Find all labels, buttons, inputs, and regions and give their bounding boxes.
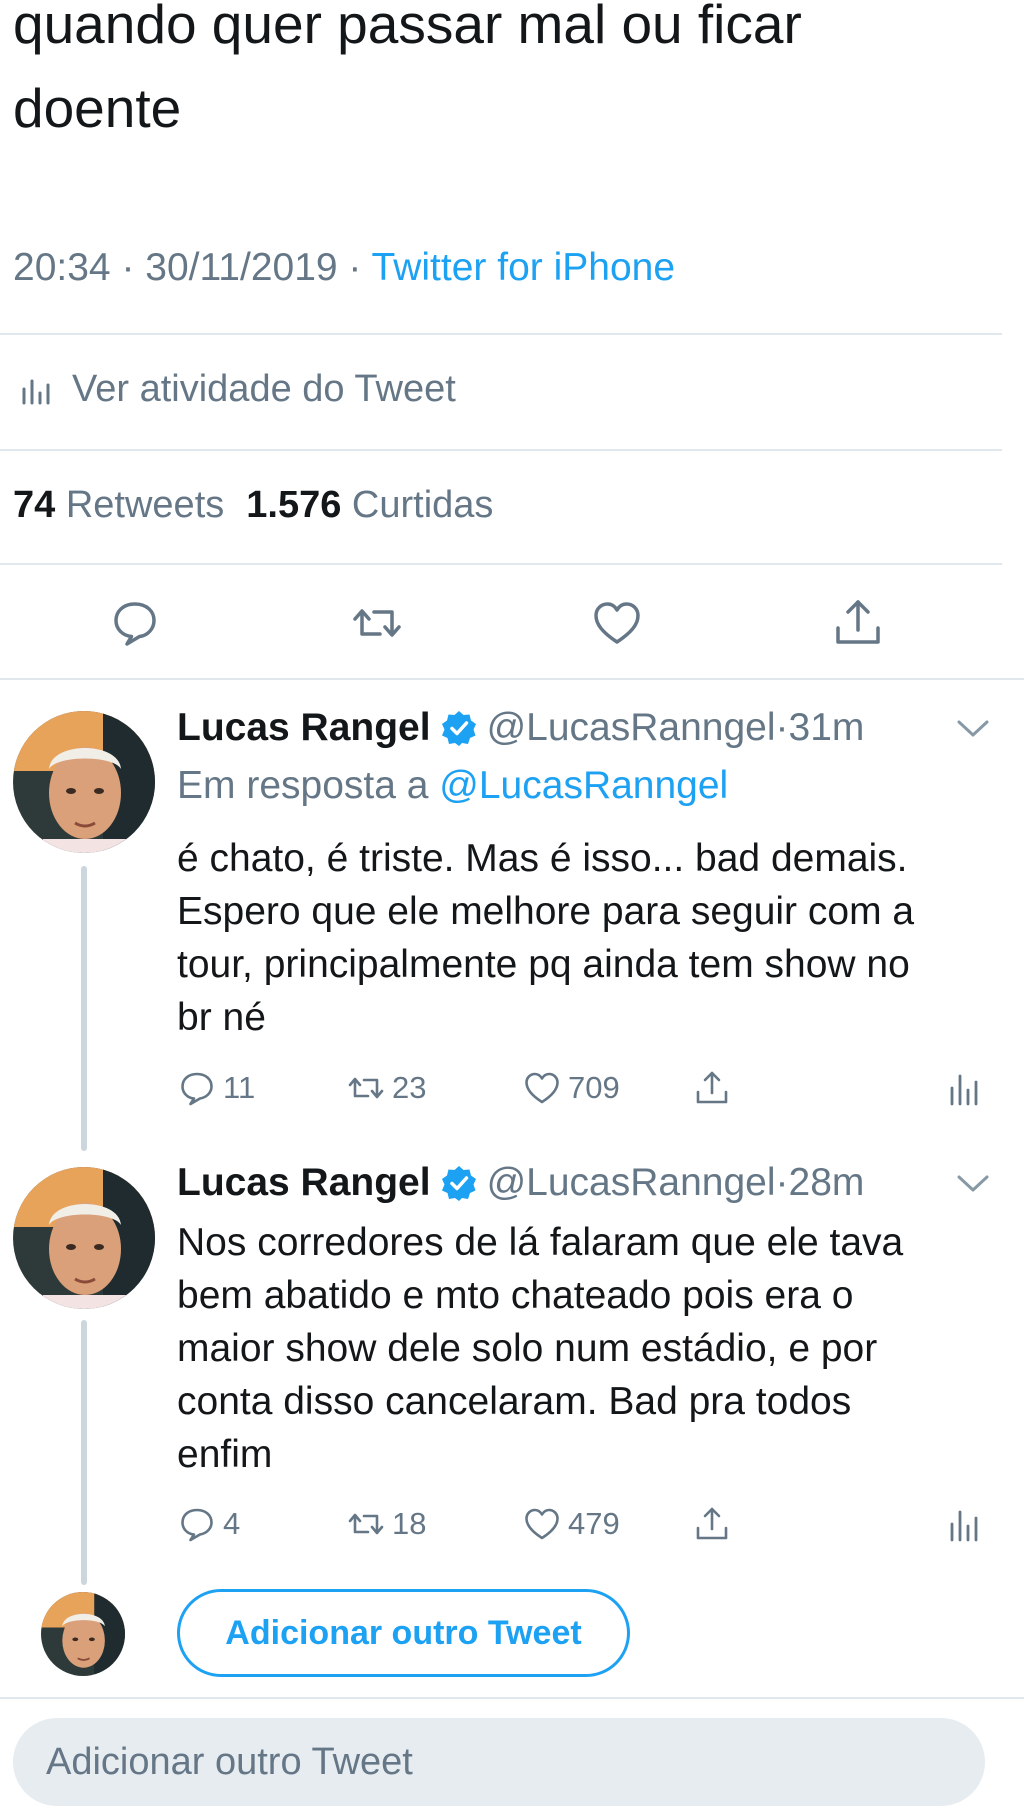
header-separator: · — [775, 1161, 789, 1204]
engagement-counts: 74 Retweets 1.576 Curtidas — [13, 484, 493, 527]
divider — [0, 678, 1024, 680]
analytics-icon — [18, 373, 52, 407]
chevron-down-icon[interactable] — [956, 718, 990, 740]
retweet-stat[interactable]: 18 — [346, 1504, 426, 1544]
tweet-analytics[interactable] — [944, 1068, 990, 1108]
like-icon — [525, 1508, 559, 1540]
divider — [0, 1697, 1024, 1699]
tweet-source-link[interactable]: Twitter for iPhone — [372, 246, 675, 289]
share-icon — [696, 1507, 728, 1540]
tweet-date: 30/11/2019 — [145, 246, 338, 289]
verified-icon — [441, 1165, 477, 1201]
tweet-line: Espero que ele melhore para seguir com a — [177, 890, 915, 933]
user-handle[interactable]: @LucasRanngel — [487, 706, 776, 750]
retweet-count: 23 — [392, 1070, 427, 1105]
divider — [0, 449, 1002, 451]
retweet-count: 18 — [392, 1506, 427, 1541]
retweet-icon[interactable] — [350, 596, 404, 650]
verified-icon — [441, 710, 477, 746]
tweet-line: é chato, é triste. Mas é isso... bad dem… — [177, 837, 908, 880]
reply-prefix: Em resposta a — [177, 764, 440, 807]
divider — [0, 333, 1002, 335]
tweet-line: conta disso cancelaram. Bad pra todos — [177, 1380, 852, 1423]
reply-mention-link[interactable]: @LucasRanngel — [439, 764, 728, 807]
user-handle[interactable]: @LucasRanngel — [487, 1161, 776, 1205]
view-activity-label: Ver atividade do Tweet — [72, 368, 456, 410]
tweet-header: Lucas Rangel @LucasRanngel · 28m — [177, 1161, 864, 1205]
reply-icon — [181, 1072, 213, 1106]
likes-count: 1.576 — [246, 484, 342, 526]
reply-context: Em resposta a @LucasRanngel — [177, 764, 728, 808]
likes-stat[interactable]: 1.576 Curtidas — [246, 484, 493, 526]
view-activity-link[interactable]: Ver atividade do Tweet — [18, 368, 456, 411]
tweet-meta: 20:34 · 30/11/2019 · Twitter for iPhone — [13, 246, 675, 290]
reply-icon — [181, 1508, 213, 1542]
main-tweet-line: doente — [13, 77, 182, 139]
like-icon — [525, 1072, 559, 1104]
retweets-label: Retweets — [65, 484, 225, 526]
retweet-stat[interactable]: 23 — [346, 1068, 426, 1108]
reply-count: 4 — [223, 1506, 241, 1541]
meta-separator: · — [110, 246, 146, 289]
analytics-icon — [950, 1074, 978, 1106]
tweet-text: Nos corredores de lá falaram que ele tav… — [177, 1216, 1017, 1481]
reply-stat[interactable]: 11 — [177, 1068, 255, 1108]
tweet-line: Nos corredores de lá falaram que ele tav… — [177, 1221, 904, 1264]
user-name[interactable]: Lucas Rangel — [177, 706, 431, 750]
add-tweet-button[interactable]: Adicionar outro Tweet — [177, 1589, 630, 1677]
likes-label: Curtidas — [351, 484, 494, 526]
user-name[interactable]: Lucas Rangel — [177, 1161, 431, 1205]
tweet-time: 20:34 — [13, 246, 111, 289]
retweet-icon — [348, 1513, 384, 1535]
retweets-count: 74 — [13, 484, 56, 526]
analytics-icon — [950, 1510, 978, 1542]
like-icon[interactable] — [590, 596, 644, 650]
share-icon — [696, 1071, 728, 1104]
avatar[interactable] — [13, 1167, 155, 1309]
tweet-time: 31m — [788, 706, 865, 749]
like-stat[interactable]: 709 — [522, 1068, 620, 1108]
tweet-analytics[interactable] — [944, 1504, 990, 1544]
tweet-line: br né — [177, 996, 266, 1039]
meta-separator: · — [337, 246, 372, 289]
tweet-line: tour, principalmente pq ainda tem show n… — [177, 943, 910, 986]
thread-line — [81, 1320, 87, 1585]
avatar[interactable] — [13, 711, 155, 853]
like-stat[interactable]: 479 — [522, 1504, 620, 1544]
reply-icon[interactable] — [108, 596, 162, 650]
header-separator: · — [775, 706, 789, 749]
share-icon[interactable] — [831, 596, 885, 650]
tweet-line: bem abatido e mto chateado pois era o — [177, 1274, 854, 1317]
avatar — [41, 1592, 125, 1676]
share-stat[interactable] — [692, 1504, 738, 1544]
reply-stat[interactable]: 4 — [177, 1504, 240, 1544]
divider — [0, 563, 1002, 565]
chevron-down-icon[interactable] — [956, 1173, 990, 1195]
main-tweet-text: quando quer passar mal ou ficar doente — [13, 0, 1003, 150]
share-stat[interactable] — [692, 1068, 738, 1108]
tweet-line: maior show dele solo num estádio, e por — [177, 1327, 878, 1370]
tweet-header: Lucas Rangel @LucasRanngel · 31m — [177, 706, 864, 750]
compose-input[interactable]: Adicionar outro Tweet — [13, 1718, 985, 1806]
like-count: 479 — [568, 1506, 620, 1541]
thread-line — [81, 866, 87, 1151]
retweet-icon — [348, 1077, 384, 1099]
tweet-time: 28m — [788, 1161, 865, 1204]
tweet-line: enfim — [177, 1433, 273, 1476]
reply-count: 11 — [223, 1070, 256, 1105]
retweets-stat[interactable]: 74 Retweets — [13, 484, 224, 526]
tweet-text: é chato, é triste. Mas é isso... bad dem… — [177, 832, 1017, 1044]
main-tweet-line: quando quer passar mal ou ficar — [13, 0, 802, 55]
like-count: 709 — [568, 1070, 620, 1105]
